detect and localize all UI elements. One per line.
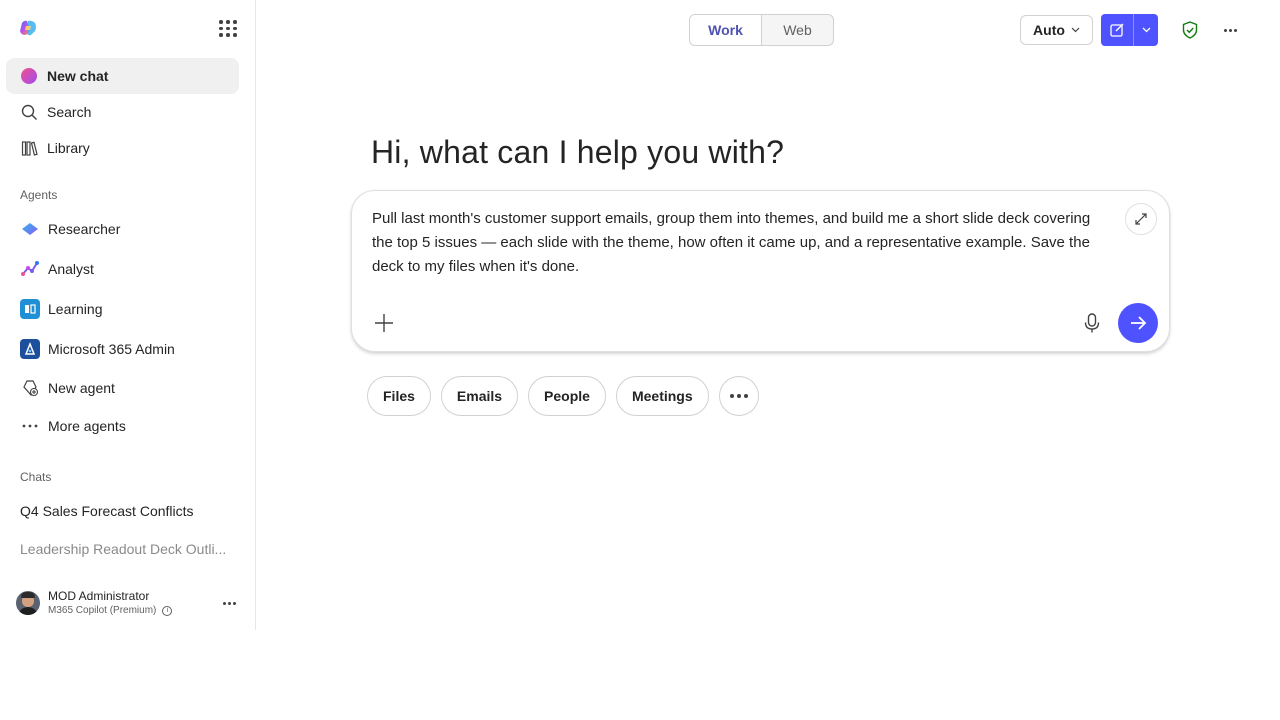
chip-meetings[interactable]: Meetings [615, 376, 709, 416]
tab-work[interactable]: Work [690, 15, 762, 45]
chats-section-label: Chats [20, 470, 52, 484]
sidebar: New chat Search Library Agents Researche… [0, 0, 256, 630]
copilot-chat-icon [20, 67, 38, 85]
greeting-heading: Hi, what can I help you with? [371, 134, 785, 170]
chevron-down-icon [1071, 27, 1080, 33]
more-agents[interactable]: More agents [6, 408, 239, 444]
more-icon [20, 416, 40, 436]
chat-item[interactable]: Leadership Readout Deck Outli... [20, 541, 226, 557]
new-agent-icon [20, 378, 40, 398]
agent-label: More agents [48, 418, 126, 434]
profile[interactable]: MOD Administrator M365 Copilot (Premium)… [16, 587, 241, 619]
microphone-icon[interactable] [1080, 311, 1104, 335]
profile-name: MOD Administrator [48, 588, 150, 603]
shield-icon[interactable] [1180, 20, 1200, 40]
chevron-down-icon [1142, 27, 1150, 33]
add-icon[interactable] [372, 311, 396, 335]
search-icon [20, 103, 38, 121]
m365-admin-icon [20, 339, 40, 359]
profile-plan: M365 Copilot (Premium) [48, 604, 157, 616]
agent-label: New agent [48, 380, 115, 396]
nav-label: Search [47, 104, 92, 120]
compose-icon [1110, 23, 1124, 37]
analyst-icon [20, 259, 40, 279]
tab-web[interactable]: Web [762, 15, 833, 45]
new-chat-split-button [1101, 14, 1158, 46]
agent-m365-admin[interactable]: Microsoft 365 Admin [6, 331, 239, 367]
nav-library[interactable]: Library [6, 130, 239, 166]
chat-item[interactable]: Q4 Sales Forecast Conflicts [20, 503, 226, 519]
app-launcher-icon[interactable] [217, 18, 237, 38]
prompt-input[interactable]: Pull last month's customer support email… [372, 207, 1092, 279]
new-agent[interactable]: New agent [6, 370, 239, 406]
library-icon [20, 139, 38, 157]
chip-files[interactable]: Files [367, 376, 431, 416]
nav-search[interactable]: Search [6, 94, 239, 130]
send-button[interactable] [1118, 303, 1158, 343]
model-select[interactable]: Auto [1020, 15, 1093, 45]
chip-more-icon[interactable] [718, 376, 759, 416]
compose-button[interactable] [1101, 14, 1134, 46]
nav-label: New chat [47, 68, 109, 84]
chip-emails[interactable]: Emails [440, 376, 519, 416]
agent-learning[interactable]: Learning [6, 291, 239, 327]
learning-icon [20, 299, 40, 319]
avatar [16, 591, 40, 615]
agent-label: Microsoft 365 Admin [48, 341, 175, 357]
nav-label: Library [47, 140, 90, 156]
prompt-composer: Pull last month's customer support email… [351, 190, 1170, 352]
agent-analyst[interactable]: Analyst [6, 251, 239, 287]
expand-icon[interactable] [1125, 203, 1157, 235]
mode-toggle: Work Web [689, 14, 834, 46]
copilot-logo-icon[interactable] [18, 18, 38, 38]
agent-label: Researcher [48, 221, 121, 237]
profile-more-icon[interactable] [217, 591, 241, 615]
info-icon[interactable]: i [162, 605, 173, 616]
context-chips: Files Emails People Meetings [367, 376, 759, 416]
chip-people[interactable]: People [528, 376, 606, 416]
model-select-label: Auto [1033, 22, 1065, 38]
compose-dropdown-button[interactable] [1134, 14, 1158, 46]
agent-label: Learning [48, 301, 103, 317]
researcher-icon [20, 219, 40, 239]
agent-label: Analyst [48, 261, 94, 277]
agent-researcher[interactable]: Researcher [6, 211, 239, 247]
nav-new-chat[interactable]: New chat [6, 58, 239, 94]
agents-section-label: Agents [20, 188, 58, 202]
more-options-icon[interactable] [1220, 20, 1240, 40]
arrow-right-icon [1131, 316, 1147, 330]
